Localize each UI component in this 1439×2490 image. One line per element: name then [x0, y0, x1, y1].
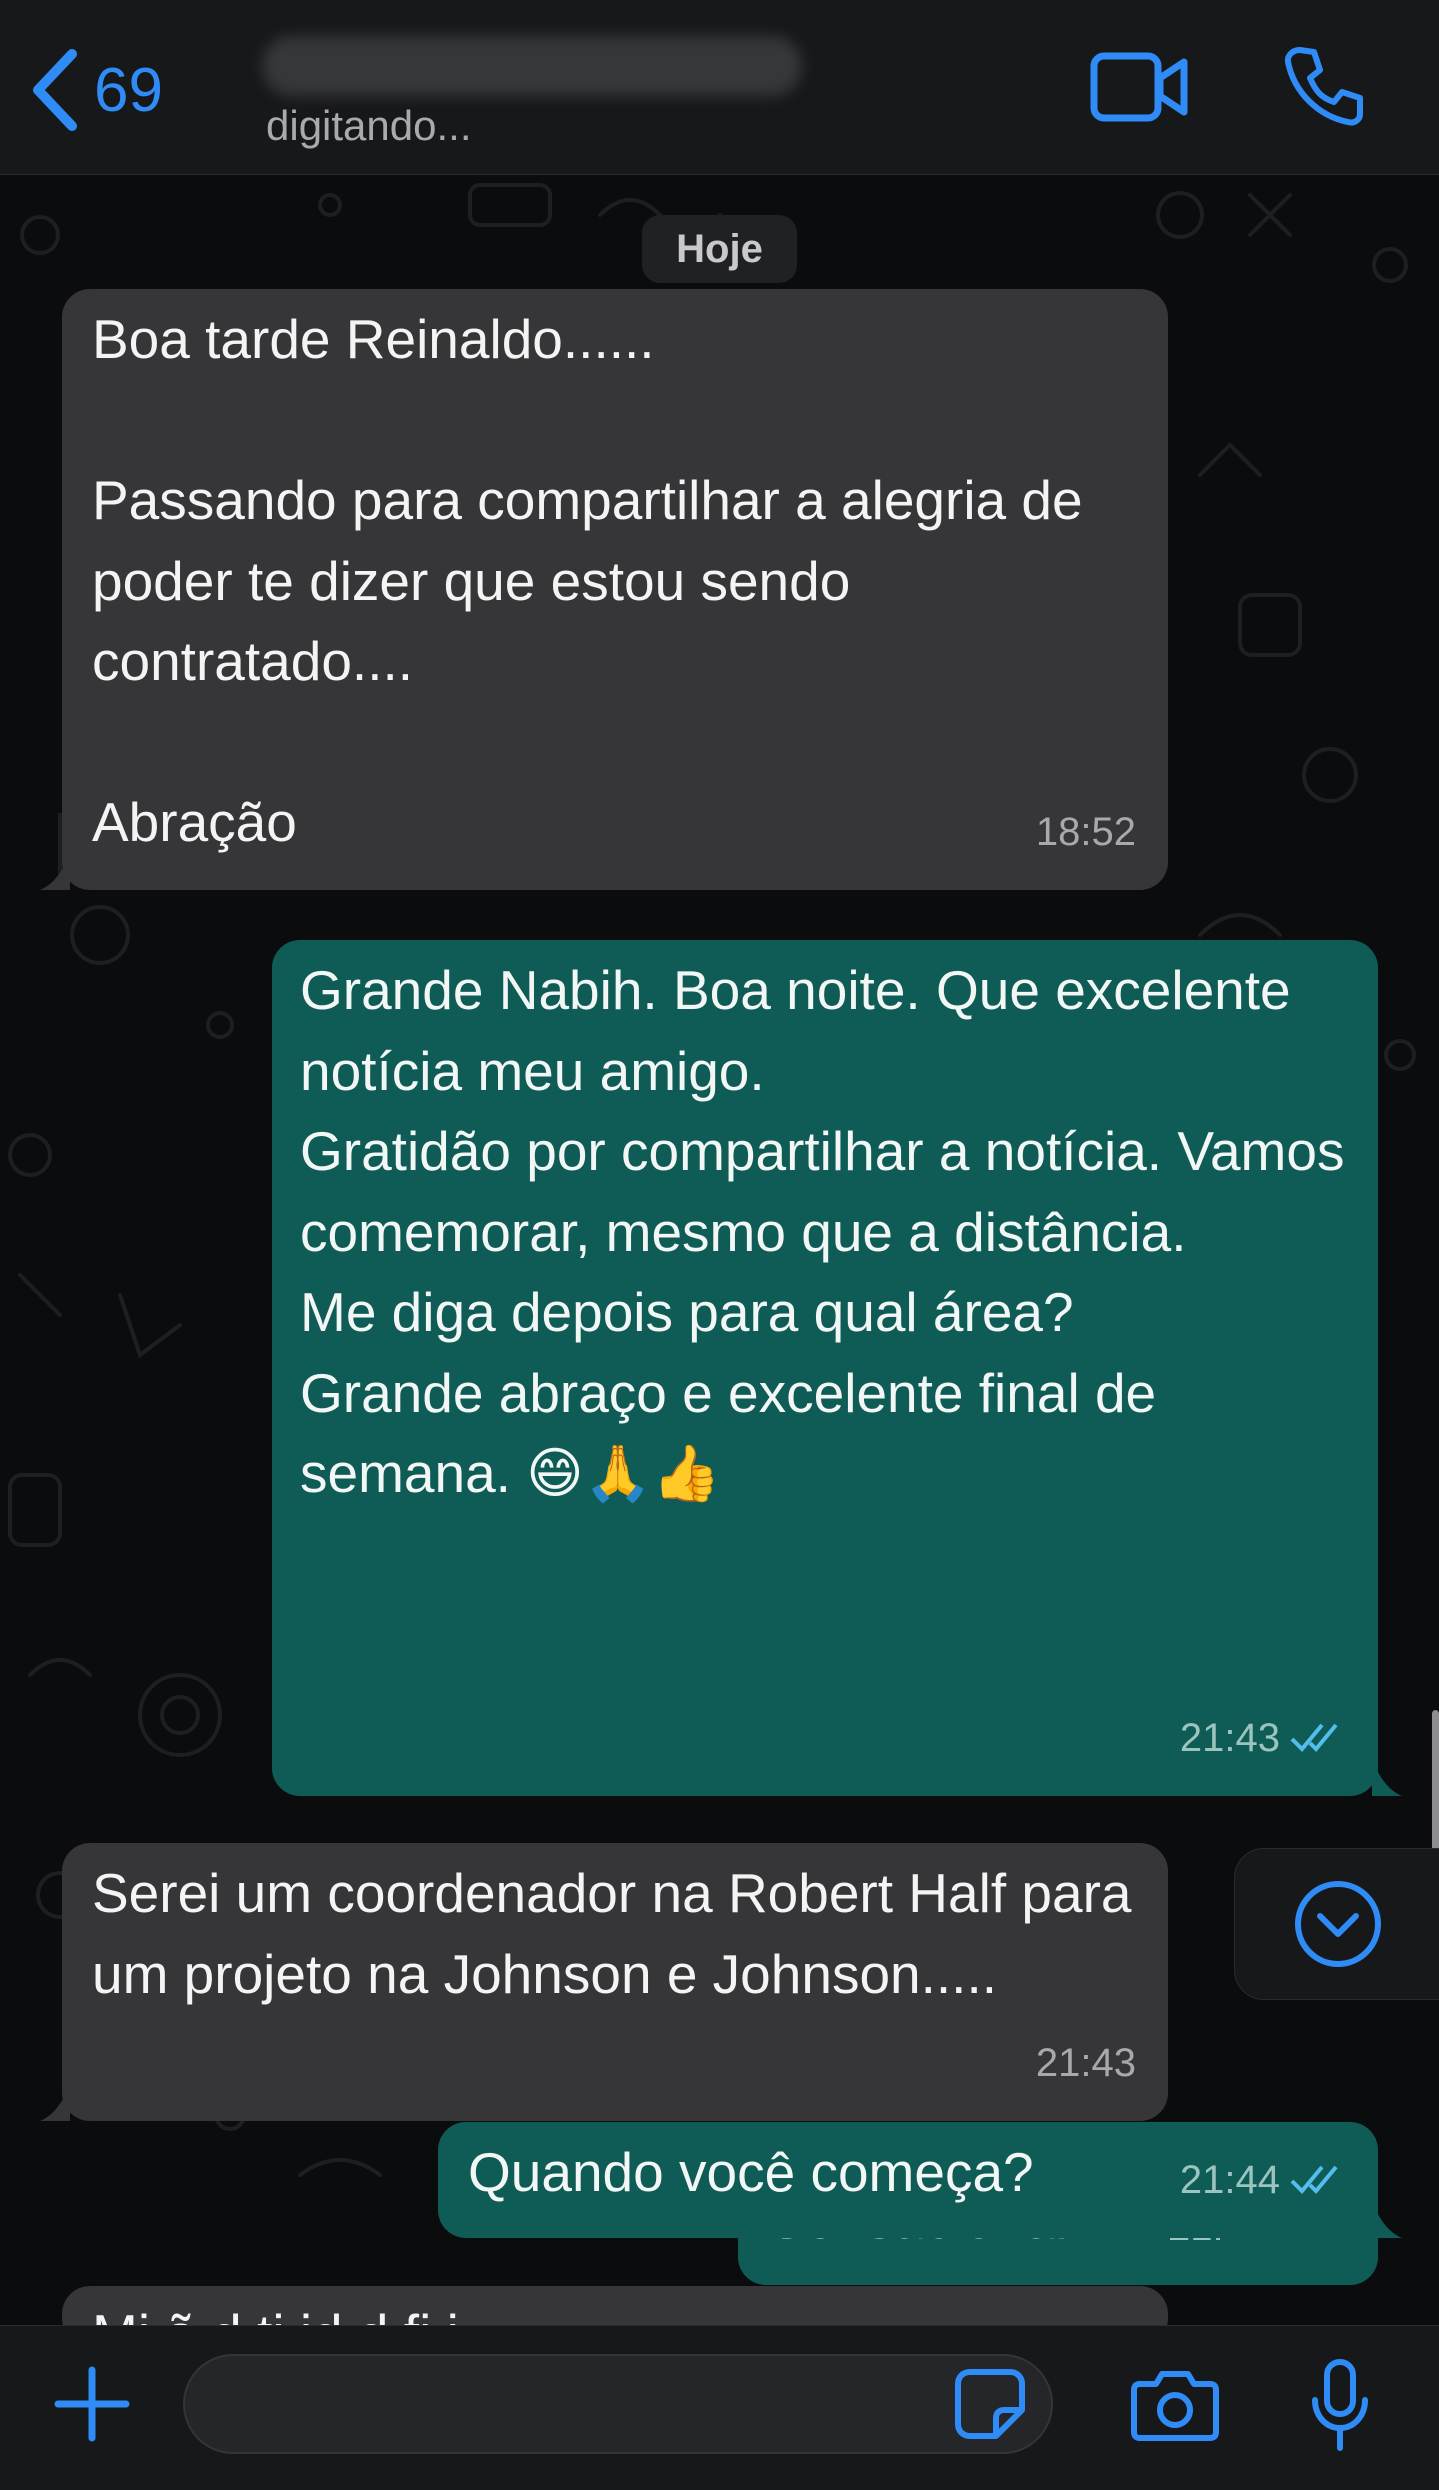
message-text: Grande Nabih. Boa noite. Que excelente n… [300, 959, 1345, 1504]
chat-header: 69 digitando... [0, 0, 1439, 175]
microphone-icon [1312, 2359, 1368, 2451]
unread-count: 69 [94, 55, 163, 125]
attach-button[interactable] [52, 2364, 132, 2449]
double-check-read-icon [1290, 1723, 1338, 1752]
time-label: 21:44 [1179, 2157, 1280, 2202]
sticker-icon [955, 2369, 1025, 2439]
back-button[interactable]: 69 [28, 42, 163, 138]
time-label: 21:43 [1179, 1715, 1280, 1760]
message-bubble-incoming[interactable]: Boa tarde Reinaldo...... Passando para c… [40, 289, 1168, 890]
time-label: 21:43 [1035, 2040, 1136, 2085]
microphone-button[interactable] [1307, 2358, 1373, 2459]
message-bubble-outgoing[interactable]: Grande Nabih. Boa noite. Que excelente n… [272, 940, 1402, 1796]
chevron-down-circle-icon [1294, 1881, 1381, 1967]
voice-call-button[interactable] [1282, 44, 1366, 128]
message-input-bar [0, 2325, 1439, 2490]
message-text: Boa tarde Reinaldo...... Passando para c… [92, 308, 1083, 853]
plus-icon [54, 2366, 130, 2442]
message-bubble-incoming[interactable]: Serei um coordenador na Robert Half para… [40, 1843, 1168, 2121]
message-text: Serei um coordenador na Robert Half para… [92, 1862, 1132, 2005]
message-time: 18:52 [1036, 792, 1136, 873]
camera-icon [1131, 2371, 1219, 2441]
contact-name-redacted[interactable] [262, 36, 802, 96]
scroll-to-bottom-button[interactable] [1234, 1848, 1439, 2000]
contact-status: digitando... [266, 102, 472, 149]
message-bubble-outgoing[interactable]: Quando você começa? 21:44 [438, 2122, 1402, 2238]
video-call-button[interactable] [1090, 50, 1190, 124]
camera-button[interactable] [1130, 2366, 1220, 2447]
message-time: 21:44 [1180, 2140, 1346, 2221]
message-input[interactable] [183, 2354, 1053, 2454]
chevron-left-icon [33, 49, 77, 131]
sticker-button[interactable] [952, 2366, 1028, 2447]
message-time: 21:43 [1036, 2023, 1136, 2104]
chat-area[interactable]: Hoje Boa tarde Reinaldo...... Passando p… [0, 175, 1439, 2325]
day-separator: Hoje [642, 215, 797, 283]
message-time: 21:43 [1180, 1698, 1346, 1779]
phone-icon [1284, 47, 1363, 126]
time-label: 18:52 [1035, 809, 1136, 854]
double-check-read-icon [1290, 2165, 1338, 2194]
video-camera-icon [1090, 52, 1188, 122]
